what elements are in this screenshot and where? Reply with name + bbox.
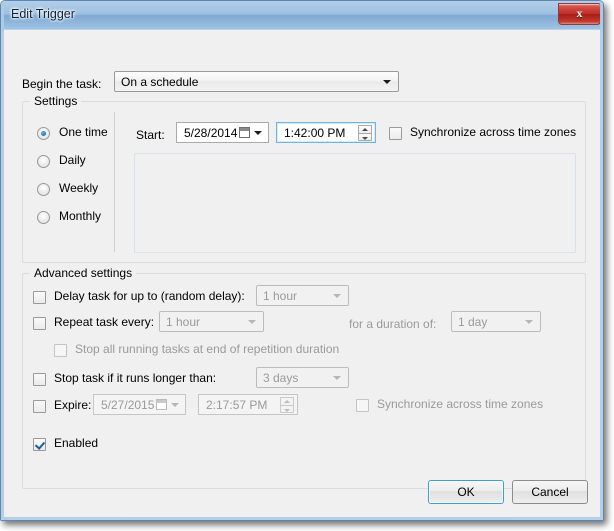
- stop-running-tasks-checkbox[interactable]: Stop all running tasks at end of repetit…: [54, 342, 364, 360]
- radio-daily-indicator: [37, 155, 50, 168]
- repeat-interval-value: 1 hour: [166, 315, 201, 329]
- settings-group-title: Settings: [30, 94, 82, 108]
- sync-timezones-expire-box: [356, 399, 369, 412]
- sync-timezones-expire-checkbox[interactable]: Synchronize across time zones: [356, 397, 546, 415]
- radio-daily-label: Daily: [59, 153, 86, 167]
- radio-weekly-label: Weekly: [59, 181, 99, 195]
- expire-box: [33, 400, 46, 413]
- expire-label: Expire:: [54, 398, 92, 412]
- start-time-value: 1:42:00 PM: [284, 126, 346, 140]
- stop-longer-label: Stop task if it runs longer than:: [54, 371, 217, 385]
- spinner-up-icon[interactable]: [280, 397, 294, 405]
- radio-monthly-indicator: [37, 211, 50, 224]
- delay-task-combobox[interactable]: 1 hour: [256, 285, 349, 306]
- enabled-checkbox[interactable]: Enabled: [33, 436, 133, 454]
- ok-button-label: OK: [457, 485, 475, 499]
- repeat-task-checkbox[interactable]: Repeat task every:: [33, 315, 163, 333]
- start-time-field[interactable]: 1:42:00 PM: [276, 122, 376, 143]
- chevron-down-icon: [383, 79, 391, 84]
- radio-one-time-indicator: [37, 127, 50, 140]
- stop-running-tasks-box: [54, 344, 67, 357]
- start-date-value: 5/28/2014: [184, 126, 238, 140]
- calendar-icon: [156, 399, 167, 410]
- expire-time-value: 2:17:57 PM: [206, 398, 268, 412]
- expire-date-value: 5/27/2015: [101, 398, 155, 412]
- repeat-interval-combobox[interactable]: 1 hour: [159, 311, 264, 332]
- stop-longer-value: 3 days: [263, 371, 299, 385]
- radio-weekly[interactable]: Weekly: [37, 181, 117, 199]
- start-time-spinner[interactable]: [358, 125, 372, 141]
- begin-task-label: Begin the task:: [22, 77, 102, 91]
- chevron-down-icon[interactable]: [171, 402, 179, 407]
- start-label: Start:: [136, 128, 165, 142]
- radio-daily[interactable]: Daily: [37, 153, 117, 171]
- chevron-down-icon: [333, 293, 341, 298]
- cancel-button[interactable]: Cancel: [512, 480, 588, 504]
- dialog-client-area: Begin the task: On a schedule Settings O…: [4, 30, 600, 519]
- enabled-label: Enabled: [54, 436, 99, 450]
- sync-timezones-start-checkbox[interactable]: Synchronize across time zones: [389, 125, 579, 143]
- delay-task-label: Delay task for up to (random delay):: [54, 289, 245, 303]
- radio-one-time[interactable]: One time: [37, 125, 117, 143]
- expire-time-spinner[interactable]: [280, 397, 294, 413]
- calendar-icon: [239, 127, 250, 138]
- title-bar: Edit Trigger x: [1, 1, 603, 31]
- schedule-detail-panel: [134, 153, 576, 253]
- start-date-field[interactable]: 5/28/2014: [176, 122, 269, 143]
- close-icon: x: [576, 6, 583, 20]
- expire-date-field[interactable]: 5/27/2015: [93, 394, 186, 415]
- stop-longer-box: [33, 373, 46, 386]
- radio-one-time-label: One time: [59, 125, 108, 139]
- stop-running-tasks-label: Stop all running tasks at end of repetit…: [75, 342, 340, 356]
- ok-button[interactable]: OK: [428, 480, 504, 504]
- sync-timezones-expire-label: Synchronize across time zones: [377, 397, 544, 411]
- radio-monthly-label: Monthly: [59, 209, 102, 223]
- repeat-task-box: [33, 317, 46, 330]
- duration-label: for a duration of:: [349, 317, 437, 331]
- radio-monthly[interactable]: Monthly: [37, 209, 117, 227]
- chevron-down-icon: [248, 319, 256, 324]
- duration-combobox[interactable]: 1 day: [451, 311, 541, 332]
- edit-trigger-dialog: Edit Trigger x Begin the task: On a sche…: [0, 0, 604, 521]
- delay-task-value: 1 hour: [263, 289, 298, 303]
- close-button[interactable]: x: [558, 3, 601, 25]
- delay-task-box: [33, 291, 46, 304]
- sync-timezones-start-box: [389, 127, 402, 140]
- cancel-button-label: Cancel: [531, 485, 569, 499]
- spinner-up-icon[interactable]: [358, 125, 372, 133]
- advanced-group-title: Advanced settings: [30, 266, 137, 280]
- delay-task-checkbox[interactable]: Delay task for up to (random delay):: [33, 289, 248, 307]
- repeat-task-label: Repeat task every:: [54, 315, 155, 329]
- chevron-down-icon: [333, 375, 341, 380]
- stop-longer-combobox[interactable]: 3 days: [256, 367, 349, 388]
- enabled-box: [33, 438, 46, 451]
- spinner-down-icon[interactable]: [358, 133, 372, 141]
- begin-task-value: On a schedule: [121, 75, 199, 89]
- chevron-down-icon: [525, 319, 533, 324]
- duration-value: 1 day: [458, 315, 488, 329]
- radio-weekly-indicator: [37, 183, 50, 196]
- begin-task-combobox[interactable]: On a schedule: [114, 71, 399, 92]
- chevron-down-icon[interactable]: [254, 130, 262, 135]
- window-title: Edit Trigger: [11, 7, 75, 21]
- stop-longer-checkbox[interactable]: Stop task if it runs longer than:: [33, 371, 243, 389]
- spinner-down-icon[interactable]: [280, 405, 294, 413]
- expire-time-field[interactable]: 2:17:57 PM: [198, 394, 298, 415]
- sync-timezones-start-label: Synchronize across time zones: [410, 125, 577, 139]
